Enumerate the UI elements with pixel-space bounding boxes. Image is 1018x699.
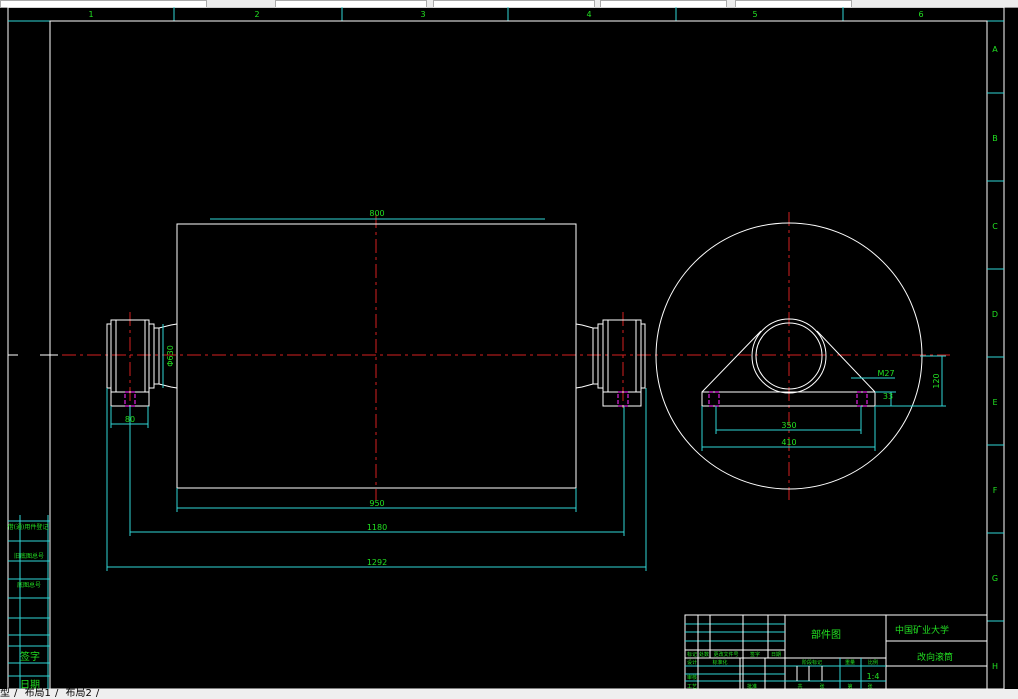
- layout-tab-bar: 型 / 布局1/ 布局2/: [0, 689, 1018, 699]
- dim-410: 410: [781, 438, 796, 447]
- dim-80: 80: [125, 415, 135, 424]
- title-block: 部件图 中国矿业大学 改向滚筒 1:4 标记 处数 更改文件号 签字 日期 设计…: [684, 614, 988, 689]
- zone-row-h: H: [992, 662, 998, 671]
- dimension-lines: [106, 218, 946, 571]
- zone-row-f: F: [993, 486, 998, 495]
- tb-cell: 签字: [750, 651, 760, 658]
- zone-row-c: C: [992, 222, 998, 231]
- tb-cell: 重量: [845, 659, 855, 666]
- dim-800: 800: [369, 209, 384, 218]
- tb-cell: 审核: [687, 674, 697, 681]
- left-sign-strip: 借(通)用件登记 旧底图总号 底图总号 签字 日期: [8, 515, 50, 689]
- zone-row-a: A: [992, 45, 998, 54]
- tb-cell: 标记: [687, 651, 697, 658]
- tb-cell: 处数: [699, 651, 709, 658]
- strip-label: 借(通)用件登记: [8, 523, 49, 531]
- tb-cell: 设计: [687, 659, 697, 666]
- drawing-canvas[interactable]: 1 2 3 4 5 6 A B C D E F G H 借(通)用件登记 旧底图…: [0, 7, 1018, 689]
- zone-col-3: 3: [420, 10, 425, 19]
- tab-layout2[interactable]: 布局2: [66, 688, 92, 699]
- dim-1292: 1292: [367, 558, 387, 567]
- part-name: 改向滚筒: [917, 651, 953, 663]
- zone-row-g: G: [992, 574, 998, 583]
- dim-m27: M27: [877, 369, 894, 378]
- dim-350: 350: [781, 421, 796, 430]
- dim-1180: 1180: [367, 523, 387, 532]
- tb-cell: 比例: [868, 659, 878, 666]
- tb-cell: 更改文件号: [713, 651, 738, 658]
- school-name: 中国矿业大学: [895, 624, 949, 636]
- dim-33: 33: [883, 392, 893, 401]
- scale-value: 1:4: [867, 672, 880, 681]
- dimension-labels: 800 Φ630 950 1180 1292 80 350 410 M27 33…: [125, 209, 941, 567]
- strip-label: 旧底图总号: [14, 552, 44, 560]
- tb-cell: 标准化: [712, 659, 727, 666]
- tb-cell: 阶段标记: [802, 659, 822, 666]
- zone-column-labels: 1 2 3 4 5 6: [88, 10, 923, 19]
- zone-row-labels: A B C D E F G H: [992, 45, 998, 671]
- zone-col-5: 5: [752, 10, 757, 19]
- dim-diameter: Φ630: [166, 345, 175, 367]
- centerlines: [62, 212, 950, 500]
- zone-col-6: 6: [918, 10, 923, 19]
- zone-row-d: D: [992, 310, 998, 319]
- zone-row-e: E: [992, 398, 997, 407]
- dim-950: 950: [369, 499, 384, 508]
- tb-cell: 日期: [771, 652, 781, 658]
- tab-layout1[interactable]: 布局1: [25, 688, 51, 699]
- drawing-type: 部件图: [811, 628, 841, 641]
- drawing-frame: [7, 7, 1005, 689]
- zone-col-4: 4: [586, 10, 591, 19]
- strip-label: 底图总号: [17, 581, 41, 589]
- dim-120: 120: [932, 373, 941, 388]
- zone-row-b: B: [992, 134, 998, 143]
- zone-col-2: 2: [254, 10, 259, 19]
- tab-model[interactable]: 型: [0, 688, 10, 699]
- zone-col-1: 1: [88, 10, 93, 19]
- strip-label: 签字: [20, 650, 40, 663]
